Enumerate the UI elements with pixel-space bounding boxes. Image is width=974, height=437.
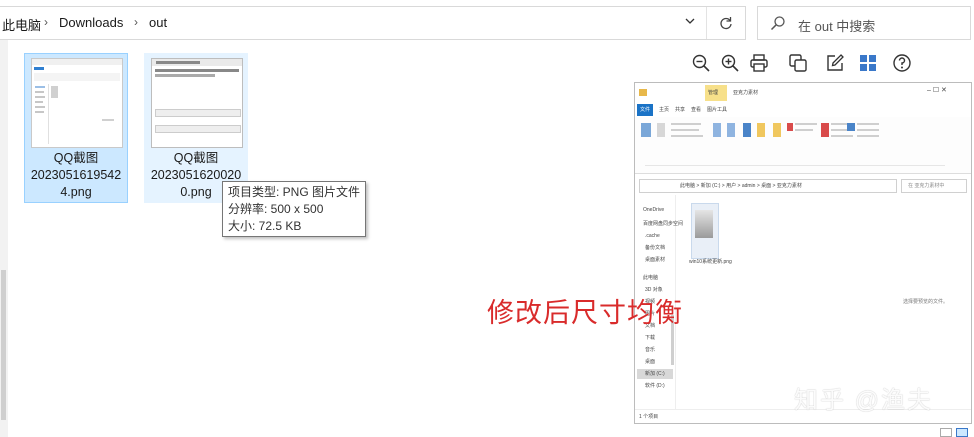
mini-address-bar: 此电脑 > 新加 (C:) > 用户 > admin > 桌面 > 亚克力素材 [639,179,897,193]
zoom-out-button[interactable] [687,49,715,77]
mini-title-bar: 管理 亚克力素材 – ☐ ✕ [635,83,971,104]
file-thumbnail [31,58,123,148]
large-icons-view-button[interactable] [956,428,968,437]
mini-folder-title: 亚克力素材 [733,90,759,96]
tooltip-type: 项目类型: PNG 图片文件 [228,185,361,199]
edit-button[interactable] [821,49,849,77]
copy-icon [789,54,807,72]
print-icon [750,54,768,72]
zoom-out-icon [692,54,710,72]
mini-ribbon-tabs: 文件 主页 共享 查看 图片工具 [635,103,971,118]
breadcrumb-separator[interactable]: › [44,15,48,29]
tooltip-resolution: 分辨率: 500 x 500 [228,202,324,216]
breadcrumb-this-pc[interactable]: 此电脑 [2,15,41,34]
preview-image: 管理 亚克力素材 – ☐ ✕ 文件 主页 共享 查看 图片工具 此电脑 > 新加… [634,82,972,424]
zoom-in-button[interactable] [716,49,744,77]
file-info-tooltip: 项目类型: PNG 图片文件 分辨率: 500 x 500 大小: 72.5 K… [222,181,366,237]
breadcrumb-downloads[interactable]: Downloads [59,15,123,30]
tooltip-size: 大小: 72.5 KB [228,219,302,233]
search-icon [770,16,785,31]
zoom-in-icon [721,54,739,72]
print-button[interactable] [745,49,773,77]
breadcrumb-separator[interactable]: › [134,15,138,29]
scrollbar-thumb[interactable] [1,270,6,420]
mini-file-label: win10系统更新.png [689,259,732,265]
left-pane-scrollbar[interactable] [0,40,8,437]
refresh-icon [720,17,732,30]
mini-manage-tab: 管理 [708,90,719,96]
copy-button[interactable] [784,49,812,77]
details-view-button[interactable] [940,428,952,437]
mini-search-box: 在 亚克力素材中 [901,179,967,193]
grid-icon [860,55,876,71]
file-tile-1[interactable]: QQ截图 2023051619542 4.png [24,53,128,203]
refresh-button[interactable] [706,7,745,39]
mini-window-controls: – ☐ ✕ [927,87,947,94]
edit-icon [827,54,844,71]
search-input[interactable]: 在 out 中搜索 [757,6,971,40]
mini-empty-hint: 选择要预览的文件。 [903,299,949,305]
help-icon [893,54,911,72]
file-thumbnail [151,58,243,148]
annotation-text: 修改后尺寸均衡 [487,298,683,328]
mini-ribbon [635,117,971,174]
file-name: QQ截图 2023051619542 4.png [30,151,122,199]
view-grid-button[interactable] [854,49,882,77]
address-history-dropdown-icon[interactable] [684,15,696,30]
breadcrumb-out[interactable]: out [149,15,167,30]
search-placeholder: 在 out 中搜索 [798,19,876,34]
watermark: 知乎 @渔夫 [794,387,934,414]
address-bar[interactable]: 此电脑 › Downloads › out [0,6,746,40]
mini-file-thumbnail [691,203,719,259]
help-button[interactable] [888,49,916,77]
